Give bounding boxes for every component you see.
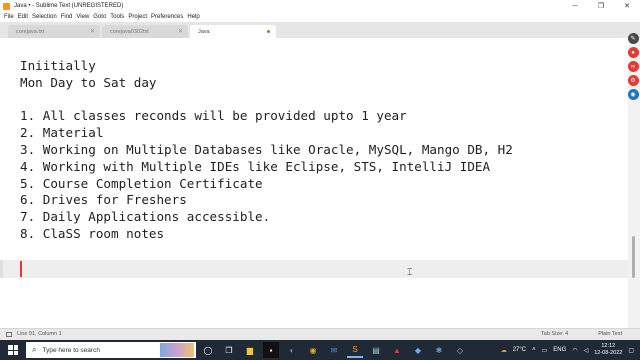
clock-date: 12-08-2022 [594,350,623,356]
tab-bar: corejava.txt ✕ corejava0302txt ✕ Java [0,22,640,39]
file-explorer-icon[interactable]: ▆ [242,342,258,358]
language-indicator[interactable]: ENG [553,347,566,353]
weather-temp[interactable]: 27°C [513,347,526,353]
camera-icon[interactable]: ◉ [627,89,639,100]
search-highlight-image [160,343,194,357]
menu-edit[interactable]: Edit [18,14,28,20]
syntax-selector[interactable]: Plain Text [598,331,622,337]
code-line: 2. Material [20,125,104,141]
notification-icon[interactable]: ▢ [628,347,634,354]
side-toolbar: ✎ ● ∞ ⚙ ◉ [626,33,640,103]
clock[interactable]: 12:12 12-08-2022 [594,343,622,357]
network-icon[interactable]: ▭ [542,347,548,354]
panel-toggle-icon[interactable] [6,331,12,337]
tab-size-selector[interactable]: Tab Size: 4 [541,331,568,337]
menu-selection[interactable]: Selection [32,14,57,20]
chrome-icon[interactable]: ◉ [305,342,321,358]
link-icon[interactable]: ∞ [627,61,639,72]
share-icon[interactable]: ⚙ [627,75,639,86]
cursor-position: Line 91, Column 1 [17,331,62,337]
code-line: 8. ClaSS room notes [20,225,165,241]
code-line: 1. All classes reconds will be provided … [20,108,407,124]
search-icon: ⌕ [32,345,37,354]
system-tray: ☁ 27°C ˄ ▭ ENG ◠ ◁ 12:12 12-08-2022 ▢ [501,340,640,360]
edit-icon[interactable]: ✎ [627,33,639,44]
close-icon[interactable]: ✕ [90,28,95,35]
code-line: Mon Day to Sat day [20,74,157,90]
scroll-thumb[interactable] [632,236,635,278]
mail-icon[interactable]: ✉ [326,342,342,358]
app-icon[interactable]: ◆ [410,342,426,358]
code-line: 3. Working on Multiple Databases like Or… [20,141,513,157]
window-controls: ─ ❐ ✕ [562,0,640,12]
text-caret [20,261,22,277]
code-line: 5. Course Completion Certificate [20,175,263,191]
record-icon[interactable]: ● [627,47,639,58]
sublime-logo-icon [3,2,10,10]
terminal-icon[interactable]: ▪ [263,342,279,358]
menu-bar: File Edit Selection Find View Goto Tools… [0,12,640,22]
tray-chevron-icon[interactable]: ˄ [532,347,536,353]
sublime-text-icon[interactable]: S [347,342,363,358]
menu-goto[interactable]: Goto [93,14,106,20]
code-text[interactable]: Iniitially Mon Day to Sat day 1. All cla… [20,58,513,243]
weather-icon[interactable]: ☁ [501,347,507,354]
task-view-icon[interactable]: ❐ [221,342,237,358]
code-line: Iniitially [20,58,96,73]
snowflake-app-icon[interactable]: ❄ [431,342,447,358]
code-line: 6. Drives for Freshers [20,192,187,208]
maximize-button[interactable]: ❐ [588,0,614,12]
cortana-icon[interactable]: ◯ [200,342,216,358]
mouse-cursor-icon: ⌶ [407,267,413,277]
status-left: Line 91, Column 1 [6,331,62,337]
taskbar-search[interactable]: ⌕ Type here to search [26,342,196,358]
menu-help[interactable]: Help [187,14,199,20]
tab-corejava[interactable]: corejava.txt ✕ [8,25,100,38]
menu-view[interactable]: View [76,14,89,20]
edge-icon[interactable]: ◐ [284,342,300,358]
editor-area[interactable]: Iniitially Mon Day to Sat day 1. All cla… [0,38,628,328]
clock-time: 12:12 [601,343,616,349]
menu-project[interactable]: Project [128,14,147,20]
menu-file[interactable]: File [4,14,14,20]
tab-label: Java [198,28,210,35]
menu-find[interactable]: Find [61,14,73,20]
app-icon[interactable]: ▲ [389,342,405,358]
menu-preferences[interactable]: Preferences [151,14,183,20]
status-bar: Line 91, Column 1 Tab Size: 4 Plain Text [0,328,640,340]
code-line: 4. Working with Multiple IDEs like Eclip… [20,158,491,174]
taskbar-apps: ◯ ❐ ▆ ▪ ◐ ◉ ✉ S ▤ ▲ ◆ ❄ ◇ [200,342,473,358]
notepad-icon[interactable]: ▤ [368,342,384,358]
search-placeholder: Type here to search [42,346,100,354]
close-icon[interactable]: ✕ [178,28,183,35]
modified-dot-icon[interactable] [267,30,270,33]
minimize-button[interactable]: ─ [562,0,588,12]
title-bar: Java • - Sublime Text (UNREGISTERED) ─ ❐… [0,0,640,12]
code-line: 7. Daily Applications accessible. [20,209,271,225]
tab-java[interactable]: Java [190,25,276,38]
tab-label: corejava.txt [16,28,45,35]
volume-icon[interactable]: ◁ [584,347,589,354]
windows-taskbar: ⌕ Type here to search ◯ ❐ ▆ ▪ ◐ ◉ ✉ S ▤ … [0,340,640,360]
status-right: Tab Size: 4 Plain Text [511,331,622,337]
app-icon[interactable]: ◇ [452,342,468,358]
window-title: Java • - Sublime Text (UNREGISTERED) [14,3,124,9]
current-line-highlight [0,260,628,278]
windows-start-icon[interactable] [8,345,18,355]
tab-label: corejava0302txt [110,28,149,35]
close-button[interactable]: ✕ [614,0,640,12]
wifi-icon[interactable]: ◠ [572,347,577,354]
tab-corejava0302[interactable]: corejava0302txt ✕ [102,25,188,38]
gutter-marker [0,260,3,278]
menu-tools[interactable]: Tools [110,14,124,20]
